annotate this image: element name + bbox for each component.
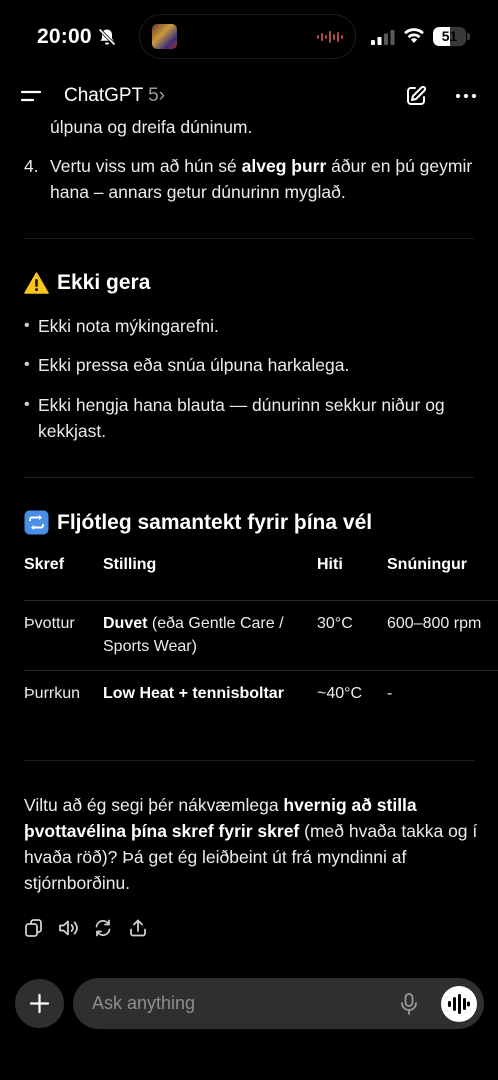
table-header-spin: Snúningur [387, 556, 467, 573]
wifi-icon [403, 26, 425, 49]
divider [24, 477, 474, 478]
warning-icon [24, 272, 49, 294]
more-icon[interactable] [454, 84, 478, 113]
model-version: 5 [148, 85, 159, 106]
composer [73, 978, 484, 1029]
dynamic-island[interactable] [139, 14, 356, 59]
list-item: 4. Vertu viss um að hún sé alveg þurr áð… [24, 153, 474, 205]
model-selector[interactable]: ChatGPT 5› [64, 85, 165, 107]
section-heading-dont: Ekki gera [24, 271, 150, 295]
speaker-icon[interactable] [58, 918, 80, 943]
audio-wave-icon [317, 30, 343, 49]
bell-off-icon [97, 27, 117, 52]
app-title-text: ChatGPT [64, 85, 143, 106]
regenerate-icon[interactable] [93, 918, 113, 943]
section-heading-summary: Fljótleg samantekt fyrir þína vél [24, 510, 372, 535]
battery-icon: 51 [433, 27, 470, 46]
divider [24, 238, 474, 239]
cut-off-line: úlpuna og dreifa dúninum. [50, 120, 253, 137]
list-number: 4. [24, 156, 39, 176]
bold-text: alveg þurr [241, 156, 327, 176]
now-playing-artwork [152, 24, 177, 49]
table-header-step: Skref [24, 556, 65, 573]
table-header-setting: Stilling [103, 556, 157, 573]
status-bar: 20:00 51 [0, 0, 498, 72]
row-divider [24, 600, 498, 601]
row-divider [24, 670, 498, 671]
signal-icon [371, 30, 395, 50]
menu-icon[interactable] [20, 86, 44, 106]
message-input[interactable] [92, 978, 382, 1029]
chevron-right-icon: › [158, 85, 166, 106]
list-item: • Ekki pressa eða snúa úlpuna harkalega. [24, 355, 350, 375]
copy-icon[interactable] [24, 918, 44, 943]
app-header: ChatGPT 5› [0, 72, 498, 120]
status-time: 20:00 [37, 25, 92, 48]
follow-up-question: Viltu að ég segi þér nákvæmlega hvernig … [24, 795, 478, 893]
mic-icon[interactable] [400, 992, 418, 1021]
table-header-temp: Hiti [317, 556, 343, 573]
share-icon[interactable] [128, 918, 148, 943]
plus-icon [29, 993, 50, 1019]
new-chat-icon[interactable] [404, 84, 428, 113]
list-item: • Ekki hengja hana blauta — dúnurinn sekk… [24, 395, 445, 441]
attach-button[interactable] [15, 979, 64, 1028]
voice-mode-button[interactable] [441, 986, 477, 1022]
voice-mode-icon [448, 994, 470, 1019]
assistant-message: úlpuna og dreifa dúninum. 4. Vertu viss … [0, 120, 498, 960]
battery-level: 51 [441, 28, 458, 44]
home-indicator [0, 1060, 498, 1080]
list-item: • Ekki nota mýkingarefni. [24, 316, 219, 336]
repeat-icon [24, 510, 49, 535]
divider [24, 760, 474, 761]
